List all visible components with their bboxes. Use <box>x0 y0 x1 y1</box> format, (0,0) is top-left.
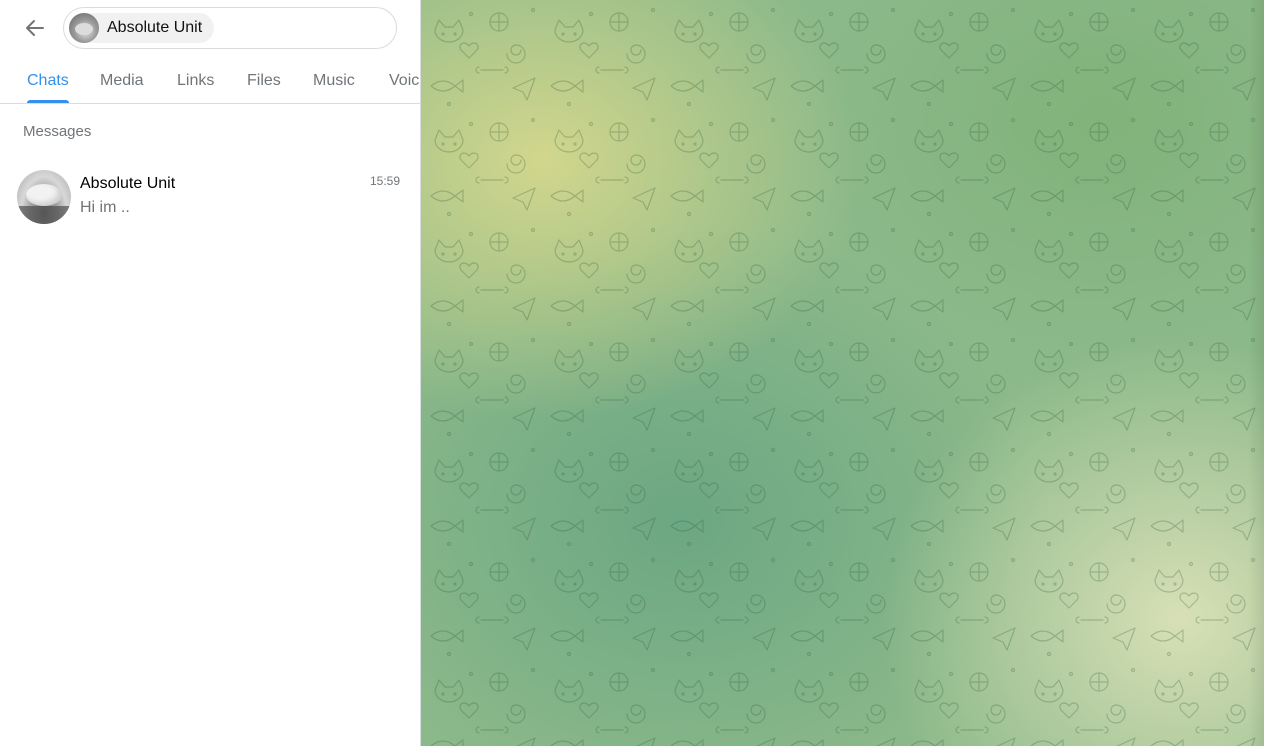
wallpaper-edge-shadow <box>1248 0 1264 746</box>
search-panel: Absolute Unit Chats Media Links Files Mu… <box>0 0 420 746</box>
avatar <box>17 170 71 224</box>
tab-media[interactable]: Media <box>100 72 144 90</box>
chat-name: Absolute Unit <box>80 175 176 192</box>
tab-voice[interactable]: Voic <box>389 72 419 90</box>
search-tabs: Chats Media Links Files Music Voic <box>0 56 420 104</box>
chat-preview: Hi im .. <box>80 199 130 216</box>
back-button[interactable] <box>18 11 52 45</box>
tab-links[interactable]: Links <box>177 72 214 90</box>
doodle-pattern-icon <box>421 0 1264 746</box>
search-header: Absolute Unit <box>0 0 420 56</box>
search-chip[interactable]: Absolute Unit <box>69 13 215 43</box>
chat-wallpaper <box>421 0 1264 746</box>
list-item[interactable]: Absolute Unit 15:59 Hi im .. <box>8 162 412 230</box>
search-input[interactable]: Absolute Unit <box>63 7 397 49</box>
section-title: Messages <box>23 123 92 140</box>
tab-chats[interactable]: Chats <box>27 72 69 90</box>
chip-label: Absolute Unit <box>107 19 203 36</box>
chat-time: 15:59 <box>369 174 400 188</box>
tab-files[interactable]: Files <box>247 72 281 90</box>
chip-avatar <box>69 13 99 43</box>
arrow-left-icon <box>26 20 44 36</box>
tab-music[interactable]: Music <box>313 72 355 90</box>
active-tab-indicator <box>27 100 69 103</box>
